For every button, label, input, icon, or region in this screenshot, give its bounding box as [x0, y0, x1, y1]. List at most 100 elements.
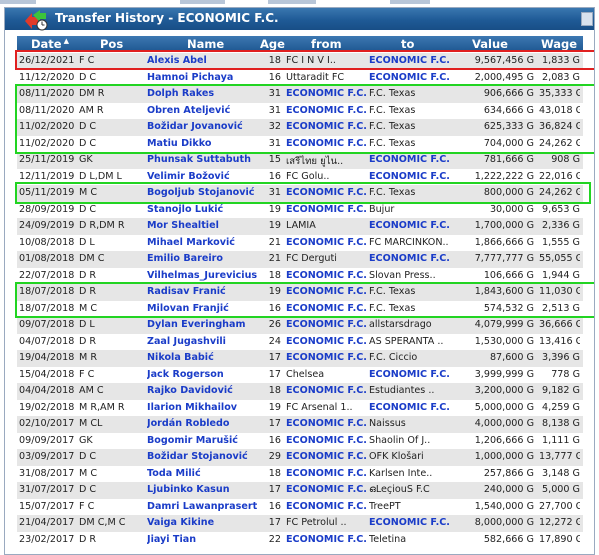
cell-name[interactable]: Mihael Marković: [147, 237, 267, 248]
table-row[interactable]: 12/11/2019 D L,DM L Velimir Božović 16 FC Go…: [17, 168, 583, 185]
cell-name[interactable]: Stanojlo Lukić: [147, 204, 267, 215]
cell-from[interactable]: ECONOMIC F.C.: [286, 204, 370, 215]
table-row[interactable]: 11/12/2020 D C Hamnoi Pichaya 16 Uttaradit F…: [17, 69, 583, 86]
cell-from[interactable]: ECONOMIC F.C.: [286, 501, 370, 512]
table-row[interactable]: 09/07/2018 D L Dylan Everingham 26 ECONOMIC …: [17, 317, 583, 334]
cell-from[interactable]: ECONOMIC F.C.: [286, 121, 370, 132]
cell-from[interactable]: ECONOMIC F.C.: [286, 88, 370, 99]
cell-name[interactable]: Milovan Franjić: [147, 303, 267, 314]
cell-name[interactable]: Božidar Stojanović: [147, 451, 267, 462]
cell-name[interactable]: Radisav Franić: [147, 286, 267, 297]
cell-from[interactable]: ECONOMIC F.C.: [286, 270, 370, 281]
table-row[interactable]: 02/10/2017 M CL Jordán Robledo 17 ECONOMIC F…: [17, 416, 583, 433]
table-row[interactable]: 31/08/2017 M C Toda Milić 18 ECONOMIC F.C. Ka…: [17, 465, 583, 482]
cell-name[interactable]: Božidar Jovanović: [147, 121, 267, 132]
cell-name[interactable]: Phunsak Suttabuth: [147, 154, 267, 165]
col-age[interactable]: Age: [260, 37, 285, 51]
table-row[interactable]: 22/07/2018 D R Vilhelmas_Jurevicius 18 ECONO…: [17, 267, 583, 284]
cell-to[interactable]: ECONOMIC F.C.: [369, 154, 464, 165]
table-row[interactable]: 09/09/2017 GK Bogomir Marušić 16 ECONOMIC F.…: [17, 432, 583, 449]
table-row[interactable]: 11/02/2020 D C Matiu Dikko 31 ECONOMIC F.C. F…: [17, 135, 583, 152]
table-row[interactable]: 04/07/2018 D R Zaal Jugashvili 24 ECONOMIC F…: [17, 333, 583, 350]
col-date[interactable]: Date ▲: [31, 37, 69, 51]
cell-from[interactable]: ECONOMIC F.C.: [286, 336, 370, 347]
scroll-up-button[interactable]: [581, 12, 593, 26]
cell-from[interactable]: ECONOMIC F.C.: [286, 105, 370, 116]
table-row[interactable]: 19/02/2018 M R,AM R Ilarion Mikhailov 19 FC …: [17, 399, 583, 416]
cell-name[interactable]: Hamnoi Pichaya: [147, 72, 267, 83]
table-row[interactable]: 10/08/2018 D L Mihael Marković 21 ECONOMIC F…: [17, 234, 583, 251]
cell-to[interactable]: ECONOMIC F.C.: [369, 72, 464, 83]
col-pos[interactable]: Pos: [100, 37, 123, 51]
cell-from[interactable]: ECONOMIC F.C.: [286, 352, 370, 363]
table-row[interactable]: 28/09/2019 D C Stanojlo Lukić 19 ECONOMIC F.…: [17, 201, 583, 218]
table-row[interactable]: 11/02/2020 D C Božidar Jovanović 32 ECONOMIC…: [17, 119, 583, 136]
col-wage[interactable]: Wage: [541, 37, 577, 51]
cell-name[interactable]: Jack Rogerson: [147, 369, 267, 380]
cell-from[interactable]: ECONOMIC F.C.: [286, 303, 370, 314]
cell-name[interactable]: Vilhelmas_Jurevicius: [147, 270, 267, 281]
cell-from[interactable]: ECONOMIC F.C.: [286, 138, 370, 149]
col-name[interactable]: Name: [187, 37, 224, 51]
cell-to[interactable]: ECONOMIC F.C.: [369, 171, 464, 182]
cell-name[interactable]: Dylan Everingham: [147, 319, 267, 330]
table-row[interactable]: 24/09/2019 D R,DM R Mor Shealtiel 19 LAMIA EC…: [17, 218, 583, 235]
table-row[interactable]: 15/07/2017 F C Damri Lawanprasert 16 ECONOMI…: [17, 498, 583, 515]
cell-name[interactable]: Alexis Abel: [147, 55, 267, 66]
col-value[interactable]: Value: [472, 37, 508, 51]
table-row[interactable]: 25/11/2019 GK Phunsak Suttabuth 15 เสรีไทย ย…: [17, 152, 583, 169]
table-row[interactable]: 31/07/2017 D C Ljubinko Kasun 17 ECONOMIC F.…: [17, 482, 583, 499]
col-to[interactable]: to: [401, 37, 414, 51]
cell-name[interactable]: Nikola Babić: [147, 352, 267, 363]
cell-name[interactable]: Velimir Božović: [147, 171, 267, 182]
cell-to[interactable]: ECONOMIC F.C.: [369, 369, 464, 380]
table-row[interactable]: 21/04/2017 DM C,M C Vaiga Kikine 17 FC Petro…: [17, 515, 583, 532]
table-row[interactable]: 05/11/2019 M C Bogoljub Stojanović 31 ECONOM…: [17, 185, 583, 202]
table-row[interactable]: 26/12/2021 F C Alexis Abel 18 FC I N V I.. EC…: [17, 53, 583, 70]
cell-from[interactable]: ECONOMIC F.C.: [286, 385, 370, 396]
col-from[interactable]: from: [311, 37, 342, 51]
cell-name[interactable]: Mor Shealtiel: [147, 220, 267, 231]
cell-from[interactable]: ECONOMIC F.C.: [286, 468, 370, 479]
cell-name[interactable]: Ilarion Mikhailov: [147, 402, 267, 413]
table-row[interactable]: 23/02/2017 D R Jiayi Tian 22 ECONOMIC F.C. Te…: [17, 531, 583, 548]
cell-name[interactable]: Jordán Robledo: [147, 418, 267, 429]
cell-from[interactable]: ECONOMIC F.C.: [286, 319, 370, 330]
cell-name[interactable]: Zaal Jugashvili: [147, 336, 267, 347]
cell-from[interactable]: ECONOMIC F.C.: [286, 187, 370, 198]
cell-name[interactable]: Bogoljub Stojanović: [147, 187, 267, 198]
table-row[interactable]: 08/11/2020 AM R Obren Ateljević 31 ECONOMIC …: [17, 102, 583, 119]
table-row[interactable]: 18/07/2018 D R Radisav Franić 19 ECONOMIC F.…: [17, 284, 583, 301]
cell-to[interactable]: ECONOMIC F.C.: [369, 55, 464, 66]
cell-to[interactable]: ECONOMIC F.C.: [369, 253, 464, 264]
table-row[interactable]: 03/09/2017 D C Božidar Stojanović 29 ECONOMI…: [17, 449, 583, 466]
cell-name[interactable]: Obren Ateljević: [147, 105, 267, 116]
cell-from[interactable]: ECONOMIC F.C.: [286, 435, 370, 446]
cell-from[interactable]: ECONOMIC F.C.: [286, 451, 370, 462]
cell-to[interactable]: ECONOMIC F.C.: [369, 402, 464, 413]
cell-to[interactable]: ECONOMIC F.C.: [369, 220, 464, 231]
table-row[interactable]: 15/04/2018 F C Jack Rogerson 17 Chelsea ECONO…: [17, 366, 583, 383]
cell-name[interactable]: Toda Milić: [147, 468, 267, 479]
cell-from[interactable]: ECONOMIC F.C.: [286, 484, 370, 495]
cell-name[interactable]: Jiayi Tian: [147, 534, 267, 545]
cell-name[interactable]: Vaiga Kikine: [147, 517, 267, 528]
cell-name[interactable]: Bogomir Marušić: [147, 435, 267, 446]
cell-name[interactable]: Emilio Bareiro: [147, 253, 267, 264]
cell-from[interactable]: ECONOMIC F.C.: [286, 534, 370, 545]
cell-name[interactable]: Rajko Davidović: [147, 385, 267, 396]
table-row[interactable]: 08/11/2020 DM R Dolph Rakes 31 ECONOMIC F.C.…: [17, 86, 583, 103]
cell-pos: M C: [79, 302, 98, 314]
cell-to[interactable]: ECONOMIC F.C.: [369, 517, 464, 528]
cell-from[interactable]: ECONOMIC F.C.: [286, 237, 370, 248]
cell-from[interactable]: ECONOMIC F.C.: [286, 286, 370, 297]
cell-from[interactable]: ECONOMIC F.C.: [286, 418, 370, 429]
table-row[interactable]: 19/04/2018 M R Nikola Babić 17 ECONOMIC F.C.…: [17, 350, 583, 367]
table-row[interactable]: 04/04/2018 AM C Rajko Davidović 18 ECONOMIC …: [17, 383, 583, 400]
table-row[interactable]: 18/07/2018 M C Milovan Franjić 16 ECONOMIC F…: [17, 300, 583, 317]
cell-name[interactable]: Ljubinko Kasun: [147, 484, 267, 495]
cell-name[interactable]: Dolph Rakes: [147, 88, 267, 99]
cell-name[interactable]: Matiu Dikko: [147, 138, 267, 149]
table-row[interactable]: 01/08/2018 DM C Emilio Bareiro 21 FC Derguti…: [17, 251, 583, 268]
cell-name[interactable]: Damri Lawanprasert: [147, 501, 267, 512]
